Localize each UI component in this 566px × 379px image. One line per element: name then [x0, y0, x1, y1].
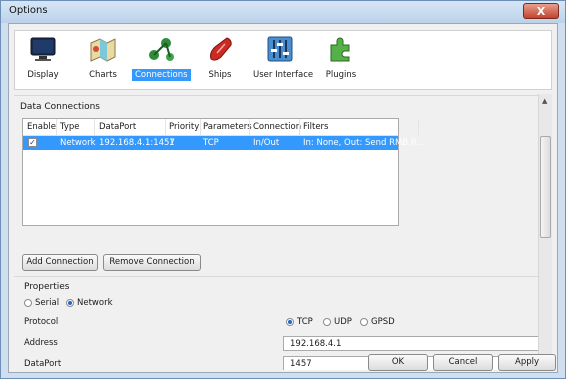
udp-label: UDP [334, 317, 352, 327]
vertical-scrollbar[interactable]: ▲ ▼ [538, 94, 552, 370]
protocol-label: Protocol [24, 317, 59, 327]
col-filters[interactable]: Filters [303, 122, 328, 132]
table-row[interactable]: ✓ Network 192.168.4.1:1457 1 TCP In/Out … [23, 136, 425, 150]
title-bar[interactable]: Options X [1, 1, 565, 23]
close-button[interactable]: X [523, 3, 559, 19]
network-label: Network [77, 298, 113, 308]
scroll-thumb[interactable] [540, 136, 551, 238]
col-connection[interactable]: Connection [253, 122, 301, 132]
toolbar-label-display: Display [27, 70, 59, 80]
cell-dataport: 192.168.4.1:1457 [99, 138, 175, 148]
gpsd-label: GPSD [371, 317, 395, 327]
scroll-up-icon[interactable]: ▲ [542, 97, 547, 105]
col-dataport[interactable]: DataPort [99, 122, 136, 132]
toolbar-item-plugins[interactable]: Plugins [321, 35, 361, 87]
toolbar-item-user-interface[interactable]: User Interface [250, 35, 313, 87]
serial-label: Serial [35, 298, 60, 308]
col-parameters[interactable]: Parameters [203, 122, 252, 132]
properties-divider [14, 276, 538, 277]
serial-radio[interactable] [24, 299, 32, 307]
add-connection-button[interactable]: Add Connection [22, 254, 98, 271]
toolbar-item-charts[interactable]: Charts [83, 35, 123, 87]
cell-parameters: TCP [203, 138, 219, 148]
tcp-radio[interactable] [286, 318, 294, 326]
toolbar-item-ships[interactable]: Ships [201, 35, 239, 87]
options-panel: Data Connections Enable Type DataPort Pr… [14, 94, 552, 370]
user-interface-icon [267, 36, 293, 62]
ok-button[interactable]: OK [368, 354, 428, 371]
toolbar-label-ships: Ships [208, 70, 232, 80]
dialog-client: Display Charts Connections Ships User In… [8, 23, 558, 373]
cell-filters: In: None, Out: Send RMB,R... [303, 138, 425, 148]
col-priority[interactable]: Priority [169, 122, 199, 132]
cell-type: Network [60, 138, 96, 148]
network-radio[interactable] [66, 299, 74, 307]
properties-label: Properties [24, 282, 70, 292]
udp-radio[interactable] [323, 318, 331, 326]
toolbar-label-connections: Connections [132, 69, 191, 81]
options-window: Options X Display Charts Connections Shi… [0, 0, 566, 379]
enable-checkbox[interactable]: ✓ [28, 138, 37, 147]
ships-icon [210, 37, 232, 61]
toolbar-item-connections[interactable]: Connections [132, 35, 191, 87]
toolbar-label-plugins: Plugins [325, 70, 357, 80]
address-field[interactable]: 192.168.4.1 [283, 336, 541, 351]
top-divider [14, 95, 538, 96]
cell-priority: 1 [169, 138, 175, 148]
address-label: Address [24, 338, 58, 348]
display-icon [30, 37, 56, 61]
apply-button[interactable]: Apply [498, 354, 556, 371]
data-connections-label: Data Connections [20, 102, 100, 112]
cell-connection: In/Out [253, 138, 280, 148]
remove-connection-button[interactable]: Remove Connection [103, 254, 201, 271]
plugins-icon [330, 37, 350, 62]
list-header: Enable Type DataPort Priority Parameters… [23, 119, 419, 136]
col-enable[interactable]: Enable [27, 122, 56, 132]
connections-icon [149, 38, 174, 61]
tcp-label: TCP [297, 317, 313, 327]
toolbar-item-display[interactable]: Display [23, 35, 63, 87]
col-type[interactable]: Type [60, 122, 80, 132]
cancel-button[interactable]: Cancel [433, 354, 493, 371]
toolbar-label-user-interface: User Interface [253, 70, 314, 80]
toolbar-label-charts: Charts [89, 70, 117, 80]
connections-list[interactable]: Enable Type DataPort Priority Parameters… [22, 118, 425, 226]
category-toolbar: Display Charts Connections Ships User In… [14, 30, 552, 90]
window-title: Options [9, 5, 48, 16]
charts-icon [90, 38, 116, 62]
dataport-label: DataPort [24, 359, 62, 369]
gpsd-radio[interactable] [360, 318, 368, 326]
